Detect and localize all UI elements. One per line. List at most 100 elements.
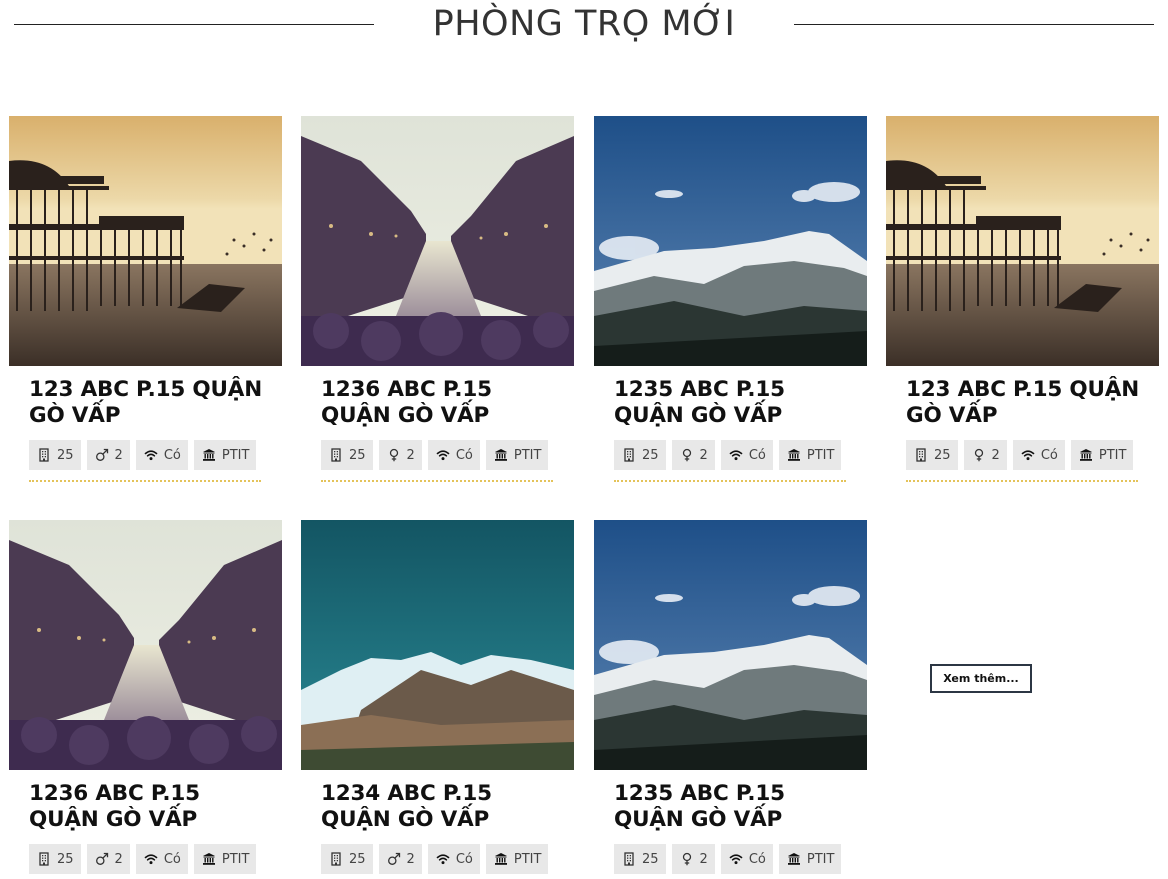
- listing-photo[interactable]: [301, 520, 574, 770]
- wifi-icon: [143, 447, 159, 463]
- listing-title[interactable]: 1234 ABC P.15 QUẬN GÒ VẤP: [321, 781, 556, 833]
- university-icon: [201, 851, 217, 867]
- listing-title[interactable]: 1235 ABC P.15 QUẬN GÒ VẤP: [614, 781, 849, 833]
- wifi-value: Có: [1040, 447, 1058, 463]
- wifi-value: Có: [163, 851, 181, 867]
- wifi-spec: Có: [135, 844, 188, 874]
- area-spec: 25: [321, 440, 373, 470]
- area-value: 25: [642, 447, 659, 463]
- area-spec: 25: [614, 440, 666, 470]
- building-icon: [328, 447, 344, 463]
- school-value: PTIT: [513, 851, 542, 867]
- area-spec: 25: [29, 440, 81, 470]
- listing-card[interactable]: 1234 ABC P.15 QUẬN GÒ VẤP 25 2 Có PTIT: [301, 520, 574, 874]
- listing-card[interactable]: 1235 ABC P.15 QUẬN GÒ VẤP 25 2 Có PTIT: [594, 520, 867, 874]
- school-value: PTIT: [806, 447, 835, 463]
- listing-specs: 25 2 Có PTIT: [321, 440, 574, 470]
- wifi-value: Có: [455, 851, 473, 867]
- card-divider: [29, 480, 261, 482]
- male-icon: [94, 447, 110, 463]
- listing-specs: 25 2 Có PTIT: [614, 440, 867, 470]
- gender-count: 2: [114, 447, 123, 463]
- building-icon: [36, 447, 52, 463]
- female-icon: [971, 447, 987, 463]
- listing-specs: 25 2 Có PTIT: [29, 844, 282, 874]
- school-spec: PTIT: [485, 844, 549, 874]
- card-divider: [614, 480, 846, 482]
- building-icon: [328, 851, 344, 867]
- wifi-icon: [143, 851, 159, 867]
- university-icon: [493, 851, 509, 867]
- gender-spec: 2: [86, 440, 130, 470]
- listing-title[interactable]: 123 ABC P.15 QUẬN GÒ VẤP: [29, 377, 264, 429]
- listing-title[interactable]: 1235 ABC P.15 QUẬN GÒ VẤP: [614, 377, 849, 429]
- area-value: 25: [642, 851, 659, 867]
- listing-title[interactable]: 1236 ABC P.15 QUẬN GÒ VẤP: [321, 377, 556, 429]
- gender-count: 2: [406, 851, 415, 867]
- school-spec: PTIT: [193, 440, 257, 470]
- wifi-icon: [1020, 447, 1036, 463]
- gender-spec: 2: [378, 844, 422, 874]
- school-spec: PTIT: [778, 844, 842, 874]
- listing-specs: 25 2 Có PTIT: [906, 440, 1159, 470]
- wifi-icon: [435, 851, 451, 867]
- wifi-icon: [728, 447, 744, 463]
- wifi-spec: Có: [135, 440, 188, 470]
- university-icon: [493, 447, 509, 463]
- listing-photo[interactable]: [886, 116, 1159, 366]
- gender-count: 2: [406, 447, 415, 463]
- listing-photo[interactable]: [9, 116, 282, 366]
- header-divider-right: [794, 24, 1154, 25]
- school-spec: PTIT: [193, 844, 257, 874]
- gender-spec: 2: [671, 440, 715, 470]
- listing-card[interactable]: 1236 ABC P.15 QUẬN GÒ VẤP 25 2 Có PTIT: [301, 116, 574, 482]
- gender-spec: 2: [671, 844, 715, 874]
- university-icon: [1078, 447, 1094, 463]
- listing-title[interactable]: 1236 ABC P.15 QUẬN GÒ VẤP: [29, 781, 264, 833]
- wifi-value: Có: [455, 447, 473, 463]
- wifi-icon: [435, 447, 451, 463]
- female-icon: [679, 851, 695, 867]
- female-icon: [386, 447, 402, 463]
- university-icon: [201, 447, 217, 463]
- listing-card[interactable]: 123 ABC P.15 QUẬN GÒ VẤP 25 2 Có PTIT: [886, 116, 1159, 482]
- listing-card[interactable]: 1236 ABC P.15 QUẬN GÒ VẤP 25 2 Có PTIT: [9, 520, 282, 874]
- area-spec: 25: [29, 844, 81, 874]
- listing-photo[interactable]: [594, 116, 867, 366]
- listing-card[interactable]: 1235 ABC P.15 QUẬN GÒ VẤP 25 2 Có PTIT: [594, 116, 867, 482]
- listing-title[interactable]: 123 ABC P.15 QUẬN GÒ VẤP: [906, 377, 1141, 429]
- university-icon: [786, 447, 802, 463]
- wifi-value: Có: [748, 447, 766, 463]
- wifi-spec: Có: [427, 440, 480, 470]
- wifi-spec: Có: [720, 844, 773, 874]
- listing-specs: 25 2 Có PTIT: [29, 440, 282, 470]
- gender-count: 2: [699, 447, 708, 463]
- school-spec: PTIT: [778, 440, 842, 470]
- university-icon: [786, 851, 802, 867]
- listing-photo[interactable]: [301, 116, 574, 366]
- school-value: PTIT: [1098, 447, 1127, 463]
- school-spec: PTIT: [1070, 440, 1134, 470]
- listing-card[interactable]: 123 ABC P.15 QUẬN GÒ VẤP 25 2 Có PTIT: [9, 116, 282, 482]
- header-divider-left: [14, 24, 374, 25]
- gender-count: 2: [699, 851, 708, 867]
- listing-photo[interactable]: [9, 520, 282, 770]
- building-icon: [621, 851, 637, 867]
- gender-count: 2: [991, 447, 1000, 463]
- gender-spec: 2: [963, 440, 1007, 470]
- gender-spec: 2: [86, 844, 130, 874]
- card-divider: [321, 480, 553, 482]
- school-value: PTIT: [221, 447, 250, 463]
- school-spec: PTIT: [485, 440, 549, 470]
- wifi-icon: [728, 851, 744, 867]
- wifi-value: Có: [163, 447, 181, 463]
- area-value: 25: [349, 851, 366, 867]
- building-icon: [913, 447, 929, 463]
- building-icon: [36, 851, 52, 867]
- wifi-value: Có: [748, 851, 766, 867]
- listing-photo[interactable]: [594, 520, 867, 770]
- listing-specs: 25 2 Có PTIT: [614, 844, 867, 874]
- wifi-spec: Có: [720, 440, 773, 470]
- male-icon: [386, 851, 402, 867]
- load-more-button[interactable]: Xem thêm...: [930, 664, 1032, 693]
